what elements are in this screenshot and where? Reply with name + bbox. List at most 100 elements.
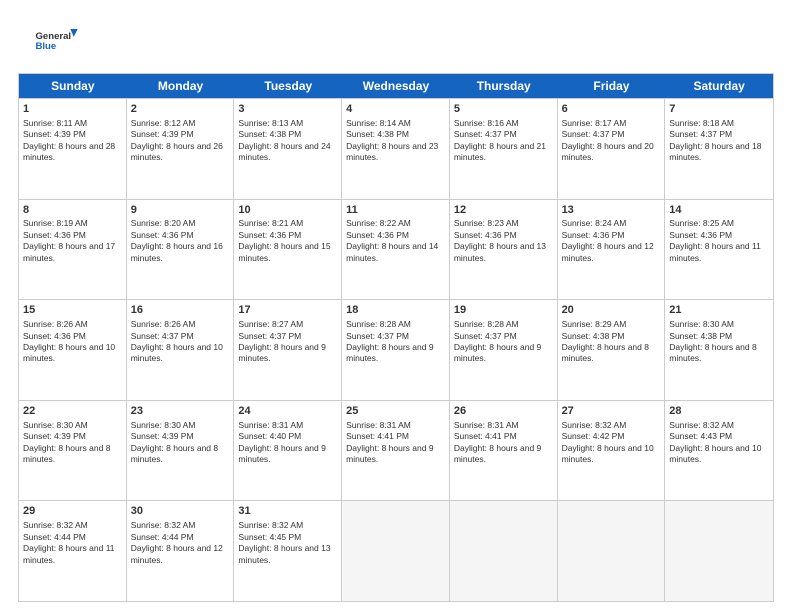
calendar-cell: 30Sunrise: 8:32 AM Sunset: 4:44 PMDayligh… bbox=[127, 501, 235, 601]
day-number: 23 bbox=[131, 404, 230, 419]
day-number: 9 bbox=[131, 203, 230, 218]
daylight-text: Daylight: 8 hours and 9 minutes. bbox=[454, 443, 541, 464]
sunrise-text: Sunrise: 8:26 AM bbox=[23, 319, 88, 329]
sunrise-text: Sunrise: 8:21 AM bbox=[238, 218, 303, 228]
daylight-text: Daylight: 8 hours and 14 minutes. bbox=[346, 241, 438, 262]
daylight-text: Daylight: 8 hours and 17 minutes. bbox=[23, 241, 115, 262]
sunset-text: Sunset: 4:43 PM bbox=[669, 431, 732, 441]
calendar-cell: 10Sunrise: 8:21 AMSunset: 4:36 PMDayligh… bbox=[234, 200, 342, 300]
sunrise-text: Sunrise: 8:32 AM bbox=[131, 520, 196, 530]
calendar-cell: 27Sunrise: 8:32 AMSunset: 4:42 PMDayligh… bbox=[558, 401, 666, 501]
sunrise-text: Sunrise: 8:24 AM bbox=[562, 218, 627, 228]
sunrise-text: Sunrise: 8:27 AM bbox=[238, 319, 303, 329]
sunset-text: Sunset: 4:39 PM bbox=[23, 431, 86, 441]
daylight-text: Daylight: 8 hours and 9 minutes. bbox=[346, 342, 433, 363]
day-number: 27 bbox=[562, 404, 661, 419]
daylight-text: Daylight: 8 hours and 9 minutes. bbox=[454, 342, 541, 363]
sunset-text: Sunset: 4:37 PM bbox=[669, 129, 732, 139]
daylight-text: Daylight: 8 hours and 8 minutes. bbox=[562, 342, 649, 363]
sunset-text: Sunset: 4:37 PM bbox=[131, 331, 194, 341]
calendar-cell: 20Sunrise: 8:29 AMSunset: 4:38 PMDayligh… bbox=[558, 300, 666, 400]
sunset-text: Sunset: 4:36 PM bbox=[669, 230, 732, 240]
sunrise-text: Sunrise: 8:25 AM bbox=[669, 218, 734, 228]
calendar-cell: 18Sunrise: 8:28 AMSunset: 4:37 PMDayligh… bbox=[342, 300, 450, 400]
day-number: 6 bbox=[562, 102, 661, 117]
calendar-header-day: Friday bbox=[558, 74, 666, 98]
daylight-text: Daylight: 8 hours and 18 minutes. bbox=[669, 141, 761, 162]
calendar-header-day: Tuesday bbox=[234, 74, 342, 98]
day-number: 3 bbox=[238, 102, 337, 117]
daylight-text: Daylight: 8 hours and 21 minutes. bbox=[454, 141, 546, 162]
calendar-cell: 4Sunrise: 8:14 AMSunset: 4:38 PMDaylight… bbox=[342, 99, 450, 199]
calendar-cell: 25Sunrise: 8:31 AMSunset: 4:41 PMDayligh… bbox=[342, 401, 450, 501]
sunset-text: Sunset: 4:45 PM bbox=[238, 532, 301, 542]
day-number: 8 bbox=[23, 203, 122, 218]
day-number: 21 bbox=[669, 303, 769, 318]
day-number: 13 bbox=[562, 203, 661, 218]
daylight-text: Daylight: 8 hours and 9 minutes. bbox=[238, 342, 325, 363]
sunrise-text: Sunrise: 8:30 AM bbox=[131, 420, 196, 430]
day-number: 30 bbox=[131, 504, 230, 519]
calendar-header-day: Saturday bbox=[665, 74, 773, 98]
daylight-text: Daylight: 8 hours and 10 minutes. bbox=[562, 443, 654, 464]
sunrise-text: Sunrise: 8:17 AM bbox=[562, 118, 627, 128]
calendar: SundayMondayTuesdayWednesdayThursdayFrid… bbox=[18, 73, 774, 602]
calendar-week-row: 15Sunrise: 8:26 AMSunset: 4:36 PMDayligh… bbox=[19, 299, 773, 400]
calendar-cell: 6Sunrise: 8:17 AMSunset: 4:37 PMDaylight… bbox=[558, 99, 666, 199]
calendar-cell: 13Sunrise: 8:24 AMSunset: 4:36 PMDayligh… bbox=[558, 200, 666, 300]
sunrise-text: Sunrise: 8:20 AM bbox=[131, 218, 196, 228]
sunrise-text: Sunrise: 8:32 AM bbox=[669, 420, 734, 430]
daylight-text: Daylight: 8 hours and 11 minutes. bbox=[23, 543, 115, 564]
daylight-text: Daylight: 8 hours and 24 minutes. bbox=[238, 141, 330, 162]
day-number: 14 bbox=[669, 203, 769, 218]
daylight-text: Daylight: 8 hours and 28 minutes. bbox=[23, 141, 115, 162]
calendar-cell: 14Sunrise: 8:25 AM Sunset: 4:36 PMDayligh… bbox=[665, 200, 773, 300]
sunrise-text: Sunrise: 8:31 AM bbox=[346, 420, 411, 430]
calendar-header: SundayMondayTuesdayWednesdayThursdayFrid… bbox=[19, 74, 773, 98]
sunrise-text: Sunrise: 8:28 AM bbox=[346, 319, 411, 329]
sunset-text: Sunset: 4:40 PM bbox=[238, 431, 301, 441]
calendar-cell bbox=[665, 501, 773, 601]
calendar-cell: 26Sunrise: 8:31 AMSunset: 4:41 PMDayligh… bbox=[450, 401, 558, 501]
calendar-week-row: 29Sunrise: 8:32 AMSunset: 4:44 PMDayligh… bbox=[19, 500, 773, 601]
day-number: 4 bbox=[346, 102, 445, 117]
calendar-cell bbox=[450, 501, 558, 601]
sunset-text: Sunset: 4:41 PM bbox=[454, 431, 517, 441]
calendar-body: 1Sunrise: 8:11 AMSunset: 4:39 PMDaylight… bbox=[19, 98, 773, 601]
calendar-cell: 9Sunrise: 8:20 AMSunset: 4:36 PMDaylight… bbox=[127, 200, 235, 300]
sunset-text: Sunset: 4:44 PM bbox=[131, 532, 194, 542]
calendar-header-day: Wednesday bbox=[342, 74, 450, 98]
sunset-text: Sunset: 4:41 PM bbox=[346, 431, 409, 441]
calendar-cell: 16Sunrise: 8:26 AMSunset: 4:37 PMDayligh… bbox=[127, 300, 235, 400]
day-number: 31 bbox=[238, 504, 337, 519]
daylight-text: Daylight: 8 hours and 13 minutes. bbox=[238, 543, 330, 564]
calendar-cell: 22Sunrise: 8:30 AMSunset: 4:39 PMDayligh… bbox=[19, 401, 127, 501]
day-number: 24 bbox=[238, 404, 337, 419]
sunrise-text: Sunrise: 8:32 AM bbox=[238, 520, 303, 530]
sunset-text: Sunset: 4:36 PM bbox=[454, 230, 517, 240]
calendar-cell: 7Sunrise: 8:18 AMSunset: 4:37 PMDaylight… bbox=[665, 99, 773, 199]
daylight-text: Daylight: 8 hours and 12 minutes. bbox=[131, 543, 223, 564]
day-number: 2 bbox=[131, 102, 230, 117]
day-number: 29 bbox=[23, 504, 122, 519]
daylight-text: Daylight: 8 hours and 11 minutes. bbox=[669, 241, 761, 262]
sunset-text: Sunset: 4:38 PM bbox=[562, 331, 625, 341]
calendar-week-row: 22Sunrise: 8:30 AMSunset: 4:39 PMDayligh… bbox=[19, 400, 773, 501]
calendar-week-row: 8Sunrise: 8:19 AMSunset: 4:36 PMDaylight… bbox=[19, 199, 773, 300]
sunrise-text: Sunrise: 8:13 AM bbox=[238, 118, 303, 128]
sunrise-text: Sunrise: 8:18 AM bbox=[669, 118, 734, 128]
sunrise-text: Sunrise: 8:30 AM bbox=[23, 420, 88, 430]
daylight-text: Daylight: 8 hours and 13 minutes. bbox=[454, 241, 546, 262]
calendar-cell: 29Sunrise: 8:32 AMSunset: 4:44 PMDayligh… bbox=[19, 501, 127, 601]
sunset-text: Sunset: 4:38 PM bbox=[346, 129, 409, 139]
calendar-header-day: Monday bbox=[127, 74, 235, 98]
daylight-text: Daylight: 8 hours and 15 minutes. bbox=[238, 241, 330, 262]
day-number: 22 bbox=[23, 404, 122, 419]
sunset-text: Sunset: 4:37 PM bbox=[238, 331, 301, 341]
sunset-text: Sunset: 4:39 PM bbox=[131, 129, 194, 139]
sunset-text: Sunset: 4:36 PM bbox=[562, 230, 625, 240]
day-number: 1 bbox=[23, 102, 122, 117]
calendar-cell bbox=[558, 501, 666, 601]
sunset-text: Sunset: 4:37 PM bbox=[562, 129, 625, 139]
day-number: 28 bbox=[669, 404, 769, 419]
